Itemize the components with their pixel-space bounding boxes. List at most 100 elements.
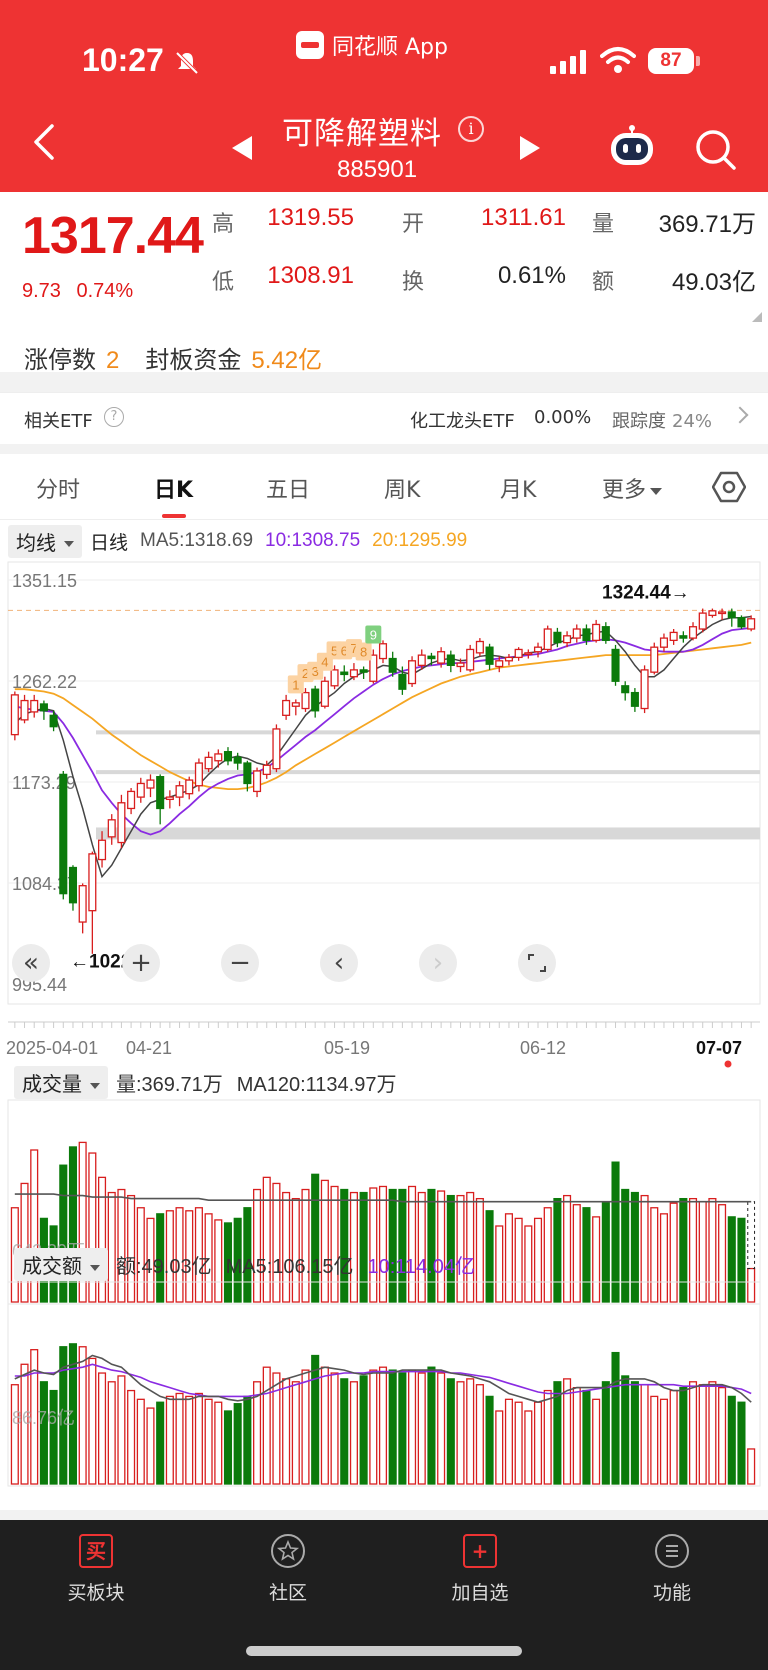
nav-functions[interactable]: 功能 — [612, 1534, 732, 1605]
volume-bar — [97, 1176, 107, 1303]
amount-bar — [514, 1401, 523, 1485]
buy-icon: 买 — [79, 1534, 113, 1568]
candle — [475, 640, 484, 654]
candle — [408, 660, 417, 685]
candle — [485, 646, 494, 665]
period-tabs: 分时 日K 五日 周K 月K 更多 — [0, 454, 768, 520]
high-value: 1319.55 — [267, 204, 354, 231]
candle — [20, 699, 29, 721]
amount-selector[interactable]: 成交额 — [14, 1248, 108, 1281]
candle — [640, 669, 649, 710]
tab-monthly-k[interactable]: 月K — [500, 472, 536, 504]
tab-more[interactable]: 更多 — [602, 472, 663, 504]
amount-label: 额 — [592, 270, 615, 295]
expand-corner-icon[interactable] — [752, 312, 762, 322]
amount-bar — [688, 1381, 698, 1485]
candle — [175, 785, 184, 798]
dropdown-arrow-icon — [650, 487, 663, 495]
fullscreen-icon — [528, 954, 546, 972]
volume-bar — [688, 1197, 698, 1303]
amount-bar — [679, 1386, 688, 1485]
y-tick-label: 1351.15 — [12, 571, 77, 591]
amount-bar — [311, 1354, 320, 1485]
amount-bar — [185, 1395, 194, 1485]
amount-bar — [262, 1366, 271, 1485]
amount-bar — [572, 1386, 581, 1485]
low-label: 低 — [212, 270, 235, 295]
next-stock-icon[interactable] — [520, 136, 540, 160]
candle — [78, 885, 87, 923]
tab-five-day[interactable]: 五日 — [266, 472, 310, 504]
tracking-value: 24% — [672, 411, 713, 432]
amount-bar — [97, 1372, 107, 1485]
robot-assistant-icon[interactable] — [608, 124, 656, 168]
help-icon[interactable]: ? — [104, 407, 124, 427]
amount-bar — [194, 1392, 203, 1485]
amount-bar — [669, 1389, 678, 1485]
nav-add-watchlist[interactable]: + 加自选 — [420, 1534, 540, 1605]
add-watchlist-icon: + — [463, 1534, 497, 1568]
scroll-left-fast-button[interactable]: « — [12, 944, 50, 982]
zoom-in-button[interactable]: + — [122, 944, 160, 982]
candle — [388, 657, 397, 673]
etf-percent: 0.00% — [534, 407, 592, 428]
amount-bar — [88, 1357, 97, 1485]
amount-bar — [359, 1375, 368, 1485]
candle — [233, 756, 242, 764]
step-left-button[interactable]: ‹ — [320, 944, 358, 982]
zoom-out-button[interactable]: − — [221, 944, 259, 982]
candle — [204, 756, 213, 770]
amount-bar — [601, 1381, 610, 1485]
app-name[interactable]: 同花顺 App — [296, 28, 448, 62]
volume-bar — [253, 1188, 262, 1303]
candle — [97, 839, 107, 861]
candle — [291, 702, 300, 707]
amount-bar — [388, 1369, 397, 1485]
nav-buy-sector[interactable]: 买 买板块 — [36, 1534, 156, 1605]
amount-bar — [456, 1381, 465, 1485]
candle — [117, 802, 126, 844]
candle — [533, 646, 543, 653]
amount-bar — [146, 1407, 155, 1485]
candle — [253, 770, 262, 793]
tab-daily-k[interactable]: 日K — [154, 472, 193, 504]
kline-frame — [7, 561, 761, 1005]
volume-bar — [611, 1161, 620, 1303]
volume-selector[interactable]: 成交量 — [14, 1066, 108, 1099]
step-right-button[interactable]: › — [419, 944, 457, 982]
settings-hexagon-icon[interactable] — [712, 470, 746, 504]
back-icon[interactable] — [30, 122, 60, 162]
candle — [194, 762, 203, 787]
amount-bar — [39, 1381, 48, 1485]
amount-bar — [204, 1398, 213, 1485]
candle — [650, 646, 659, 673]
kline-svg[interactable]: 1351.151262.221173.291084.37995.4412 345 6… — [0, 560, 768, 1510]
amount-bar — [398, 1372, 407, 1485]
search-icon[interactable] — [694, 128, 738, 172]
related-etf-row[interactable]: 相关ETF ? 化工龙头ETF 0.00% 跟踪度 24% — [0, 392, 768, 444]
volume-bar — [718, 1204, 727, 1303]
candle — [272, 728, 281, 770]
previous-stock-icon[interactable] — [232, 136, 252, 160]
amount-bar — [504, 1398, 513, 1485]
candle — [708, 610, 717, 617]
volume-bar — [650, 1207, 659, 1303]
open-label: 开 — [402, 212, 425, 237]
info-icon[interactable]: i — [458, 116, 484, 142]
chevron-right-icon[interactable] — [731, 406, 749, 424]
amount-bar — [495, 1410, 504, 1485]
app-logo-icon — [296, 31, 324, 59]
volume-bar — [262, 1176, 271, 1303]
tab-weekly-k[interactable]: 周K — [384, 472, 420, 504]
indicator-selector[interactable]: 均线 — [8, 524, 82, 558]
fullscreen-button[interactable] — [518, 944, 556, 982]
candle — [747, 618, 756, 630]
amount-bar — [727, 1395, 736, 1485]
candle — [59, 773, 68, 895]
tab-intraday[interactable]: 分时 — [36, 472, 80, 504]
candle — [718, 611, 727, 615]
candle — [185, 779, 194, 795]
ma10-value: 10:1308.75 — [265, 530, 361, 551]
nav-community[interactable]: 社区 — [228, 1534, 348, 1605]
candle — [446, 654, 455, 667]
